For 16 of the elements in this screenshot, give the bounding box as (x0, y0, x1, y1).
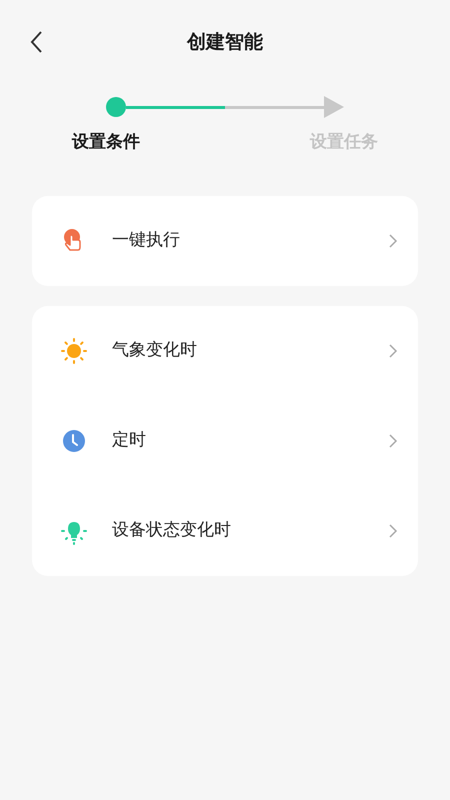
clock-icon (62, 428, 86, 452)
chevron-right-icon (388, 522, 398, 538)
chevron-right-icon (388, 232, 398, 248)
condition-label: 设备状态变化时 (112, 518, 232, 542)
condition-label: 定时 (112, 428, 147, 452)
condition-label: 一键执行 (112, 228, 181, 252)
condition-row[interactable]: 一键执行 (32, 196, 418, 286)
step-label: 设置条件 (72, 131, 140, 154)
sun-icon (60, 336, 88, 364)
condition-row[interactable]: 气象变化时 (32, 306, 418, 396)
condition-row[interactable]: 定时 (32, 396, 418, 486)
page-title: 创建智能 (187, 30, 263, 55)
chevron-right-icon (388, 432, 398, 448)
chevron-right-icon (388, 342, 398, 358)
condition-label: 气象变化时 (112, 338, 198, 362)
condition-row[interactable]: 设备状态变化时 (32, 486, 418, 576)
